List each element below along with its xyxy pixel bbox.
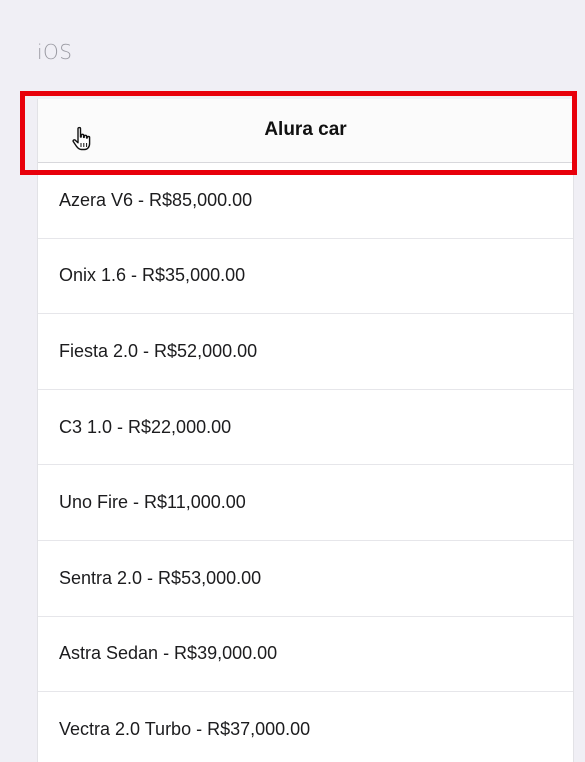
list-item[interactable]: Uno Fire - R$11,000.00 (38, 465, 573, 541)
list-item[interactable]: C3 1.0 - R$22,000.00 (38, 390, 573, 466)
list-item[interactable]: Onix 1.6 - R$35,000.00 (38, 239, 573, 315)
phone-screen: Alura car Azera V6 - R$85,000.00 Onix 1.… (37, 99, 574, 762)
list-item[interactable]: Sentra 2.0 - R$53,000.00 (38, 541, 573, 617)
navigation-bar: Alura car (38, 99, 573, 163)
navbar-title: Alura car (264, 119, 347, 140)
car-list: Azera V6 - R$85,000.00 Onix 1.6 - R$35,0… (38, 163, 573, 762)
list-item[interactable]: Astra Sedan - R$39,000.00 (38, 617, 573, 693)
list-item[interactable]: Vectra 2.0 Turbo - R$37,000.00 (38, 692, 573, 762)
platform-label: iOS (37, 40, 73, 64)
list-item[interactable]: Fiesta 2.0 - R$52,000.00 (38, 314, 573, 390)
list-item[interactable]: Azera V6 - R$85,000.00 (38, 163, 573, 239)
